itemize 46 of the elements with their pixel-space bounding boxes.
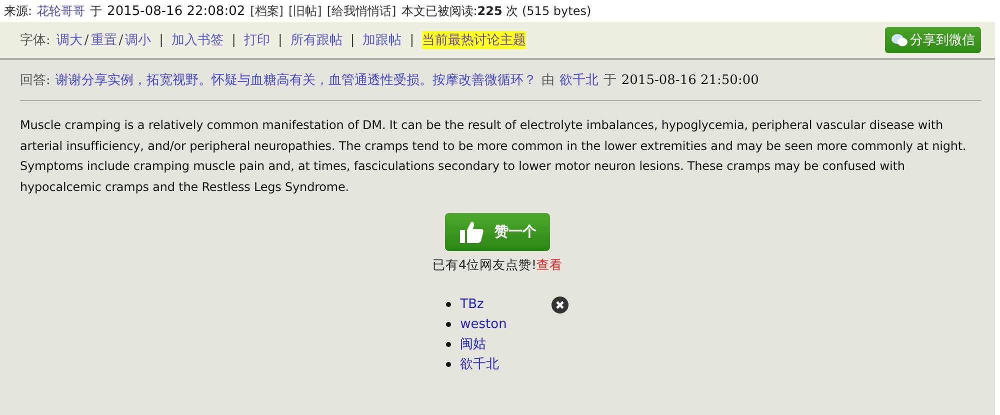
slash-separator: / — [118, 32, 124, 48]
font-size-link[interactable]: 调小 — [125, 31, 152, 49]
pipe-separator: | — [159, 32, 164, 48]
post-body: Muscle cramping is a relatively common manifestation of DM. It can be the result of electrolyte imbalances, hypoglycemia, peripheral vascular disease with arterial insufficiency, and/or peripheral neuropathies. The cramps tend to be more common in the lower extremities and may be seen more commonly at night. Symptoms include cramping muscle pain and, at times, fasciculations secondary to lower motor neuron lesions. These cramps may be confused with hypocalcemic cramps and the Restless Legs Syndrome. — [20, 117, 968, 196]
liker-link[interactable]: 闽姑 — [460, 335, 486, 353]
bullet-icon — [446, 322, 452, 326]
read-count: 本文已被阅读:225 次 (515 bytes) — [401, 2, 592, 20]
bracket-link[interactable]: [档案] — [250, 2, 284, 20]
slash-separator: / — [84, 32, 89, 48]
bullet-icon — [446, 302, 452, 306]
author-link[interactable]: 欲千北 — [559, 71, 598, 89]
at-label: 于 — [90, 2, 102, 20]
post-time: 2015-08-16 22:08:02 — [107, 4, 246, 18]
bracket-link[interactable]: [旧帖] — [288, 2, 322, 20]
liker-link[interactable]: weston — [460, 316, 507, 332]
bullet-icon — [446, 342, 452, 346]
liker-link[interactable]: 欲千北 — [460, 355, 500, 373]
reply-time: 2015-08-16 21:50:00 — [621, 72, 759, 88]
pipe-separator: | — [278, 32, 282, 48]
bullet-icon — [446, 362, 452, 366]
bracket-link[interactable]: [给我悄悄话] — [326, 2, 396, 20]
view-link[interactable]: 查看 — [536, 257, 562, 272]
pipe-separator: | — [232, 32, 236, 48]
font-size-link[interactable]: 重置 — [90, 31, 117, 49]
font-label: 字体: — [20, 32, 50, 49]
toolbar-link[interactable]: 打印 — [244, 31, 270, 49]
toolbar-link[interactable]: 当前最热讨论主题 — [422, 31, 526, 49]
pipe-separator: | — [350, 32, 355, 48]
font-size-link[interactable]: 调大 — [56, 31, 82, 49]
reply-label: 回答: — [20, 72, 50, 89]
like-count-text: 已有4位网友点赞! — [432, 257, 536, 272]
toolbar-link[interactable]: 加入书签 — [172, 31, 224, 49]
liker-link[interactable]: TBz — [460, 296, 484, 312]
pipe-separator: | — [410, 32, 414, 48]
share-button[interactable]: 分享到微信 — [885, 27, 981, 53]
by-label: 由 — [541, 72, 554, 89]
like-button[interactable]: 赞一个 — [445, 213, 550, 251]
chat-icon — [891, 33, 908, 47]
author-link[interactable]: 花轮哥哥 — [37, 2, 86, 20]
close-icon[interactable] — [550, 296, 569, 314]
thumbs-up-icon — [458, 220, 484, 244]
toolbar-link[interactable]: 加跟帖 — [362, 31, 402, 49]
at-label: 于 — [603, 72, 616, 89]
toolbar-link[interactable]: 所有跟帖 — [290, 31, 342, 49]
reply-title-link[interactable]: 谢谢分享实例，拓宽视野。怀疑与血糖高有关，血管通透性受损。按摩改善微循环？ — [55, 71, 536, 89]
source-label: 来源: — [4, 2, 32, 20]
